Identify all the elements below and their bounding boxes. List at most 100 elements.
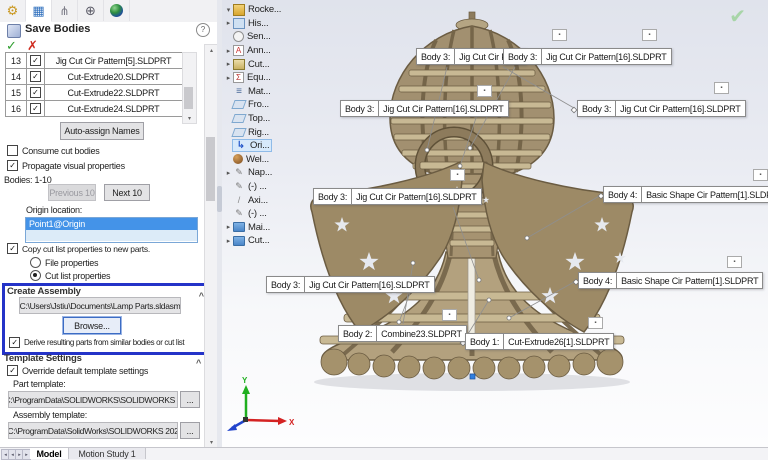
- body-callout[interactable]: Body 4:Basic Shape Cir Pattern[1].SLDPRT: [578, 272, 763, 289]
- tab-display-manager[interactable]: [104, 0, 130, 21]
- callout-pin-icon[interactable]: [552, 29, 567, 41]
- table-row[interactable]: 16 Cut-Extrude24.SLDPRT: [6, 101, 183, 117]
- sketch-icon: [233, 208, 245, 219]
- weldment-icon: [233, 154, 243, 164]
- callout-pin-icon[interactable]: [727, 256, 742, 268]
- expander-icon[interactable]: ▾: [224, 6, 233, 14]
- previous-10-button[interactable]: Previous 10: [48, 184, 96, 201]
- row-checkbox[interactable]: [30, 71, 41, 82]
- part-template-field[interactable]: C:\ProgramData\SOLIDWORKS\SOLIDWORKS 2: [8, 391, 178, 408]
- panel-scrollbar-thumb[interactable]: [206, 137, 215, 201]
- consume-cut-bodies-checkbox[interactable]: [7, 145, 18, 156]
- table-scrollbar[interactable]: ▾: [182, 52, 197, 124]
- row-number: 13: [6, 53, 27, 68]
- viewport-canvas[interactable]: Y X ▾Rocke... ▸His... Sen... ▸Ann... ▸Cu…: [222, 0, 768, 447]
- browse-button[interactable]: Browse...: [63, 317, 121, 334]
- body-callout[interactable]: Body 3:Jig Cut Cir Pattern[16].SLDPRT: [340, 100, 509, 117]
- expander-icon[interactable]: ▸: [224, 19, 233, 27]
- propagate-visual-label: Propagate visual properties: [22, 161, 125, 171]
- tree-item-top-plane[interactable]: Top...: [224, 112, 294, 126]
- tree-item-history[interactable]: ▸His...: [224, 17, 294, 31]
- body-callout[interactable]: Body 3:Jig Cut Cir Pattern[16].SLDPRT: [503, 48, 672, 65]
- tree-item-weldment[interactable]: Wel...: [224, 153, 294, 167]
- tree-item-annotations[interactable]: ▸Ann...: [224, 44, 294, 58]
- auto-assign-names-button[interactable]: Auto-assign Names: [60, 122, 144, 140]
- row-checkbox[interactable]: [30, 55, 41, 66]
- tab-dimxpert-manager[interactable]: [78, 0, 104, 21]
- callout-pin-icon[interactable]: [642, 29, 657, 41]
- origin-location-label: Origin location:: [26, 205, 82, 215]
- assembly-template-field[interactable]: C:\ProgramData\SolidWorks\SOLIDWORKS 202: [8, 422, 178, 439]
- tree-item-sensors[interactable]: Sen...: [224, 30, 294, 44]
- plane-icon: [233, 99, 245, 110]
- body-callout[interactable]: Body 3:Jig Cut Cir Pattern[16].SLDPRT: [266, 276, 435, 293]
- body-callout[interactable]: Body 2:Combine23.SLDPRT: [338, 325, 467, 342]
- tab-model[interactable]: Model: [30, 448, 69, 459]
- scroll-down-icon[interactable]: ▾: [183, 115, 196, 122]
- callout-pin-icon[interactable]: [753, 169, 768, 181]
- expander-icon[interactable]: ▸: [224, 223, 233, 231]
- body-filename[interactable]: Cut-Extrude22.SLDPRT: [45, 85, 183, 100]
- part-template-label: Part template:: [13, 379, 66, 389]
- table-scrollbar-thumb[interactable]: [184, 87, 193, 109]
- expander-icon[interactable]: ▸: [224, 60, 233, 68]
- origin-empty-row[interactable]: [26, 230, 197, 241]
- tab-motion-study[interactable]: Motion Study 1: [69, 448, 146, 459]
- next-10-button[interactable]: Next 10: [104, 184, 150, 201]
- tree-item-equations[interactable]: ▸Equ...: [224, 71, 294, 85]
- tree-item-front-plane[interactable]: Fro...: [224, 98, 294, 112]
- tree-item-origin[interactable]: Ori...: [224, 139, 294, 153]
- derive-checkbox[interactable]: [9, 337, 20, 348]
- assembly-path-field[interactable]: C:\Users\Jstiu\Documents\Lamp Parts.slda…: [19, 297, 181, 314]
- body-filename[interactable]: Cut-Extrude24.SLDPRT: [45, 101, 183, 116]
- expander-icon[interactable]: ▸: [224, 169, 233, 177]
- tab-feature-manager[interactable]: [0, 0, 26, 21]
- override-template-checkbox[interactable]: [7, 365, 18, 376]
- tree-item-part[interactable]: ▾Rocke...: [224, 3, 294, 17]
- body-callout[interactable]: Body 4:Basic Shape Cir Pattern[1].SLDPRT: [603, 186, 768, 203]
- row-checkbox[interactable]: [30, 103, 41, 114]
- tree-item-folder[interactable]: ▸Cut...: [224, 234, 294, 248]
- confirm-corner-check-icon[interactable]: ✔: [729, 4, 746, 29]
- tree-item-folder[interactable]: ▸Mai...: [224, 221, 294, 235]
- tree-item-sketch[interactable]: (-) ...: [224, 207, 294, 221]
- callout-pin-icon[interactable]: [477, 85, 492, 97]
- tab-property-manager[interactable]: [26, 0, 52, 22]
- part-template-browse-button[interactable]: ...: [180, 391, 200, 408]
- origin-location-list[interactable]: Point1@Origin: [25, 217, 198, 243]
- expander-icon[interactable]: ▸: [224, 47, 233, 55]
- tree-item-axis[interactable]: Axi...: [224, 193, 294, 207]
- create-assembly-header[interactable]: Create Assembly: [7, 286, 81, 297]
- table-row[interactable]: 13 Jig Cut Cir Pattern[5].SLDPRT: [6, 53, 183, 69]
- body-callout[interactable]: Body 3:Jig Cut Cir Pattern[16].SLDPRT: [577, 100, 746, 117]
- tree-item-cutlist[interactable]: ▸Cut...: [224, 57, 294, 71]
- assembly-template-label: Assembly template:: [13, 410, 87, 420]
- body-callout[interactable]: Body 1:Cut-Extrude26[1].SLDPRT: [465, 333, 614, 350]
- tree-item-right-plane[interactable]: Rig...: [224, 125, 294, 139]
- callout-pin-icon[interactable]: [450, 169, 465, 181]
- tree-item-sketch[interactable]: (-) ...: [224, 180, 294, 194]
- help-icon[interactable]: ?: [196, 23, 210, 37]
- table-row[interactable]: 14 Cut-Extrude20.SLDPRT: [6, 69, 183, 85]
- cutlist-properties-radio[interactable]: [30, 270, 41, 281]
- body-filename[interactable]: Cut-Extrude20.SLDPRT: [45, 69, 183, 84]
- expander-icon[interactable]: ▸: [224, 237, 233, 245]
- collapse-chevron-icon[interactable]: [196, 353, 201, 371]
- origin-selected-item[interactable]: Point1@Origin: [26, 218, 197, 230]
- tree-item-sketch[interactable]: ▸Nap...: [224, 166, 294, 180]
- table-row[interactable]: 15 Cut-Extrude22.SLDPRT: [6, 85, 183, 101]
- tree-item-material[interactable]: Mat...: [224, 85, 294, 99]
- copy-cutlist-checkbox[interactable]: [7, 243, 18, 254]
- row-checkbox[interactable]: [30, 87, 41, 98]
- tab-configuration-manager[interactable]: [52, 0, 78, 21]
- expander-icon[interactable]: ▸: [224, 74, 233, 82]
- body-filename[interactable]: Jig Cut Cir Pattern[5].SLDPRT: [45, 53, 183, 68]
- callout-pin-icon[interactable]: [714, 82, 729, 94]
- template-settings-header[interactable]: Template Settings: [4, 353, 82, 364]
- assembly-template-browse-button[interactable]: ...: [180, 422, 200, 439]
- callout-pin-icon[interactable]: [442, 309, 457, 321]
- propagate-visual-checkbox[interactable]: [7, 160, 18, 171]
- body-callout[interactable]: Body 3:Jig Cut Cir Pattern[16].SLDPRT: [313, 188, 482, 205]
- callout-pin-icon[interactable]: [588, 317, 603, 329]
- file-properties-radio[interactable]: [30, 257, 41, 268]
